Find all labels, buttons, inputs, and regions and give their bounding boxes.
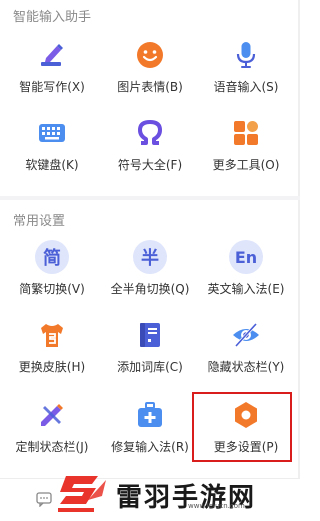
symbols-item[interactable]: 符号大全(F) bbox=[102, 116, 198, 174]
english-input-item[interactable]: En 英文输入法(E) bbox=[198, 240, 294, 298]
section-divider bbox=[0, 196, 300, 200]
custom-status-label: 定制状态栏(J) bbox=[15, 440, 89, 454]
more-tools-label: 更多工具(O) bbox=[212, 158, 280, 172]
smart-write-item[interactable]: 智能写作(X) bbox=[4, 38, 100, 96]
microphone-icon bbox=[229, 38, 263, 72]
repair-input-item[interactable]: 修复输入法(R) bbox=[102, 398, 198, 456]
chat-bubble-icon[interactable] bbox=[36, 491, 52, 511]
dictionary-book-icon bbox=[133, 318, 167, 352]
picture-emoji-label: 图片表情(B) bbox=[117, 80, 183, 94]
omega-symbol-icon bbox=[133, 116, 167, 150]
add-dict-label: 添加词库(C) bbox=[117, 360, 183, 374]
picture-emoji-item[interactable]: 图片表情(B) bbox=[102, 38, 198, 96]
half-glyph: 半 bbox=[133, 240, 167, 274]
eye-hidden-icon bbox=[229, 318, 263, 352]
more-settings-item[interactable]: 更多设置(P) bbox=[198, 398, 294, 456]
full-half-label: 全半角切换(Q) bbox=[110, 282, 190, 296]
repair-input-label: 修复输入法(R) bbox=[111, 440, 189, 454]
keyboard-icon bbox=[35, 116, 69, 150]
more-settings-label: 更多设置(P) bbox=[213, 440, 279, 454]
section-title-common-settings: 常用设置 bbox=[13, 214, 66, 229]
english-input-label: 英文输入法(E) bbox=[207, 282, 285, 296]
watermark-logo-icon bbox=[52, 470, 112, 520]
simplified-char-icon: 简 bbox=[35, 240, 69, 274]
full-half-item[interactable]: 半 全半角切换(Q) bbox=[102, 240, 198, 298]
grid-tools-icon bbox=[229, 116, 263, 150]
voice-input-item[interactable]: 语音输入(S) bbox=[198, 38, 294, 96]
ruler-pencil-icon bbox=[35, 398, 69, 432]
soft-keyboard-item[interactable]: 软键盘(K) bbox=[4, 116, 100, 174]
section-title-smart-input: 智能输入助手 bbox=[13, 10, 92, 25]
symbols-label: 符号大全(F) bbox=[117, 158, 183, 172]
smart-write-label: 智能写作(X) bbox=[19, 80, 85, 94]
shirt-skin-icon bbox=[35, 318, 69, 352]
english-icon: En bbox=[229, 240, 263, 274]
hexagon-settings-icon bbox=[229, 398, 263, 432]
first-aid-kit-icon bbox=[133, 398, 167, 432]
change-skin-item[interactable]: 更换皮肤(H) bbox=[4, 318, 100, 376]
simplified-glyph: 简 bbox=[35, 240, 69, 274]
soft-keyboard-label: 软键盘(K) bbox=[25, 158, 79, 172]
add-dict-item[interactable]: 添加词库(C) bbox=[102, 318, 198, 376]
smiley-icon bbox=[133, 38, 167, 72]
custom-status-item[interactable]: 定制状态栏(J) bbox=[4, 398, 100, 456]
hide-status-label: 隐藏状态栏(Y) bbox=[207, 360, 285, 374]
half-width-icon: 半 bbox=[133, 240, 167, 274]
pen-write-icon bbox=[35, 38, 69, 72]
panel-right-border bbox=[298, 0, 300, 520]
watermark-url: www.leiucn.com bbox=[188, 502, 245, 510]
voice-input-label: 语音输入(S) bbox=[213, 80, 279, 94]
simp-trad-item[interactable]: 简 简繁切换(V) bbox=[4, 240, 100, 298]
more-tools-item[interactable]: 更多工具(O) bbox=[198, 116, 294, 174]
en-glyph: En bbox=[229, 240, 263, 274]
change-skin-label: 更换皮肤(H) bbox=[18, 360, 86, 374]
simp-trad-label: 简繁切换(V) bbox=[19, 282, 85, 296]
hide-status-item[interactable]: 隐藏状态栏(Y) bbox=[198, 318, 294, 376]
watermark: 雷羽手游网 www.leiucn.com bbox=[52, 470, 300, 520]
